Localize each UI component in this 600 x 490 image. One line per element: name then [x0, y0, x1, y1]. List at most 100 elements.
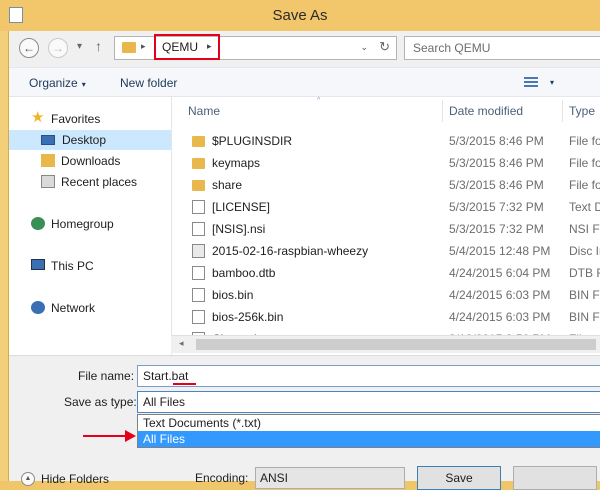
pc-icon: [31, 259, 45, 270]
file-row[interactable]: bamboo.dtb 4/24/2015 6:04 PM DTB F: [172, 262, 600, 284]
file-name: share: [212, 178, 243, 192]
file-type: BIN Fi: [569, 288, 600, 302]
file-date: 5/4/2015 12:48 PM: [449, 244, 551, 258]
recent-locations-dropdown[interactable]: ▾: [77, 41, 82, 52]
folder-icon: [122, 42, 136, 53]
file-name: bios.bin: [212, 288, 254, 302]
up-button[interactable]: ↑: [95, 38, 102, 54]
file-type: File fo: [569, 178, 600, 192]
save-button[interactable]: Save: [417, 466, 501, 490]
view-options-icon[interactable]: [524, 75, 538, 89]
sidebar-item-favorites[interactable]: ★ Favorites: [31, 109, 161, 129]
file-date: 5/3/2015 7:32 PM: [449, 222, 544, 236]
search-placeholder: Search QEMU: [413, 41, 491, 55]
file-date: 4/24/2015 6:03 PM: [449, 288, 551, 302]
encoding-select[interactable]: ANSI: [255, 467, 405, 489]
file-type: Disc Ir: [569, 244, 600, 258]
file-name: bios-256k.bin: [212, 310, 284, 324]
sidebar-item-recent-places[interactable]: Recent places: [41, 172, 161, 192]
refresh-icon[interactable]: ↻: [379, 39, 390, 55]
file-type: Text D: [569, 200, 600, 214]
sidebar-item-label: Recent places: [61, 175, 138, 189]
star-icon: ★: [31, 109, 45, 126]
collapse-up-icon: ▲: [21, 472, 35, 486]
homegroup-icon: [31, 217, 45, 230]
sidebar-item-desktop[interactable]: Desktop: [9, 130, 171, 150]
type-option-text-documents[interactable]: Text Documents (*.txt): [138, 415, 600, 431]
file-name: $PLUGINSDIR: [212, 134, 293, 148]
sidebar-item-network[interactable]: Network: [31, 298, 161, 318]
column-header-type[interactable]: Type: [569, 104, 595, 118]
sidebar-item-label: Network: [51, 301, 96, 315]
annotation-arrow-head: [125, 430, 136, 442]
sidebar-item-label: Homegroup: [51, 217, 114, 231]
encoding-label: Encoding:: [195, 471, 249, 485]
file-row[interactable]: bios-256k.bin 4/24/2015 6:03 PM BIN Fi: [172, 306, 600, 328]
file-row[interactable]: keymaps 5/3/2015 8:46 PM File fo: [172, 152, 600, 174]
file-name: bamboo.dtb: [212, 266, 276, 280]
title-bar[interactable]: Save As: [0, 0, 600, 31]
save-panel: File name: Start.bat Save as type: All F…: [9, 355, 600, 490]
document-icon: [192, 222, 205, 236]
column-header-date-modified[interactable]: Date modified: [449, 104, 523, 118]
file-list: ^ Name Date modified Type $PLUGINSDIR 5/…: [171, 97, 600, 355]
file-row[interactable]: share 5/3/2015 8:46 PM File fo: [172, 174, 600, 196]
file-date: 5/3/2015 8:46 PM: [449, 178, 544, 192]
folder-icon: [192, 158, 205, 169]
file-type: DTB F: [569, 266, 600, 280]
file-row[interactable]: $PLUGINSDIR 5/3/2015 8:46 PM File fo: [172, 130, 600, 152]
file-name: [LICENSE]: [212, 200, 271, 214]
sidebar-item-label: This PC: [51, 259, 94, 273]
command-bar: Organize ▾ New folder ▾: [9, 67, 600, 97]
sidebar-item-downloads[interactable]: Downloads: [41, 151, 161, 171]
breadcrumb[interactable]: QEMU ▸: [154, 34, 220, 60]
organize-button[interactable]: Organize ▾: [29, 76, 86, 90]
address-dropdown-icon[interactable]: ⌄: [360, 42, 368, 53]
file-name: [NSIS].nsi: [212, 222, 266, 236]
file-row[interactable]: [NSIS].nsi 5/3/2015 7:32 PM NSI Fi: [172, 218, 600, 240]
dialog-client: ← → ▾ ↑ ▸ QEMU ▸ ⌄ ↻ Search QEMU Organiz…: [8, 31, 600, 490]
column-divider[interactable]: [442, 100, 443, 122]
horizontal-scrollbar[interactable]: ◂: [171, 335, 600, 353]
save-as-type-select[interactable]: All Files: [137, 391, 600, 413]
file-date: 5/3/2015 8:46 PM: [449, 134, 544, 148]
scroll-left-icon[interactable]: ◂: [179, 338, 184, 349]
column-divider[interactable]: [562, 100, 563, 122]
folder-icon: [192, 136, 205, 147]
file-name: keymaps: [212, 156, 261, 170]
document-icon: [192, 288, 205, 302]
forward-button[interactable]: →: [48, 38, 68, 58]
breadcrumb-separator-icon[interactable]: ▸: [141, 41, 146, 52]
file-name-label: File name:: [78, 369, 135, 383]
document-icon: [192, 266, 205, 280]
organize-label: Organize: [29, 76, 78, 90]
document-icon: [192, 310, 205, 324]
sidebar-item-label: Favorites: [51, 112, 101, 126]
sidebar-item-homegroup[interactable]: Homegroup: [31, 214, 161, 234]
save-as-type-dropdown-list: Text Documents (*.txt) All Files: [137, 414, 600, 448]
scrollbar-thumb[interactable]: [196, 339, 596, 350]
sidebar-item-this-pc[interactable]: This PC: [31, 256, 161, 276]
file-row[interactable]: bios.bin 4/24/2015 6:03 PM BIN Fi: [172, 284, 600, 306]
navigation-pane-footer: [9, 335, 171, 353]
annotation-arrow: [83, 435, 127, 437]
column-header-name[interactable]: Name: [188, 104, 220, 118]
sort-ascending-icon: ^: [317, 97, 321, 104]
address-bar[interactable]: ▸ QEMU ▸ ⌄ ↻: [114, 34, 397, 60]
type-option-all-files[interactable]: All Files: [138, 431, 600, 447]
new-folder-button[interactable]: New folder: [120, 76, 177, 90]
navigation-pane: ★ Favorites Desktop Downloads Recent pla…: [9, 97, 171, 355]
cancel-button[interactable]: [513, 466, 597, 490]
file-date: 4/24/2015 6:04 PM: [449, 266, 551, 280]
address-row: ← → ▾ ↑ ▸ QEMU ▸ ⌄ ↻ Search QEMU: [9, 31, 600, 67]
breadcrumb-qemu[interactable]: QEMU: [162, 40, 198, 54]
file-row[interactable]: 2015-02-16-raspbian-wheezy 5/4/2015 12:4…: [172, 240, 600, 262]
file-name-field[interactable]: Start.bat: [137, 365, 600, 387]
search-input[interactable]: Search QEMU: [404, 36, 600, 60]
view-dropdown-icon[interactable]: ▾: [550, 78, 554, 87]
encoding-value: ANSI: [260, 471, 289, 485]
recent-places-icon: [41, 175, 55, 188]
chevron-right-icon[interactable]: ▸: [207, 41, 212, 52]
file-row[interactable]: [LICENSE] 5/3/2015 7:32 PM Text D: [172, 196, 600, 218]
back-button[interactable]: ←: [19, 38, 39, 58]
